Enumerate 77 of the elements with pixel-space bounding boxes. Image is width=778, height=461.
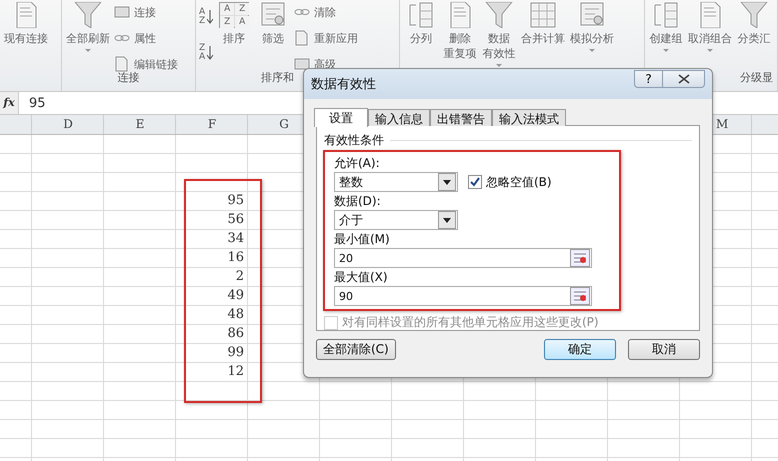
down-arrow-icon	[207, 46, 214, 60]
dialog-button[interactable]: 确定	[544, 339, 616, 360]
input-field[interactable]: 20	[334, 248, 592, 268]
sort-grid-icon: A Z Z A	[219, 2, 250, 28]
tab[interactable]: 输入法模式	[492, 109, 566, 126]
dropdown-field[interactable]: 介于	[334, 210, 458, 230]
range-picker-icon	[570, 287, 590, 305]
caret-icon	[85, 49, 91, 52]
check-icon	[470, 177, 480, 187]
ribbon-button[interactable]: 筛选	[255, 0, 292, 46]
window-title: 数据有效性	[310, 76, 377, 93]
dropdown-field[interactable]: 整数	[334, 172, 458, 192]
table-cell-text: 16	[226, 249, 245, 267]
checkbox[interactable]: 忽略空值(B)	[468, 174, 552, 190]
card-icon	[114, 4, 130, 20]
ribbon-button[interactable]: 分列	[403, 0, 439, 46]
table-cell-text: 86	[226, 325, 245, 343]
column-header[interactable]: M	[716, 117, 728, 131]
ribbon-button[interactable]: 清除	[294, 2, 358, 22]
input-field[interactable]: 90	[334, 286, 592, 306]
ribbon-button[interactable]: A Z Z A 排序	[216, 0, 252, 46]
ribbon-button[interactable]: 创建组	[648, 0, 684, 52]
caret-icon	[443, 218, 451, 222]
table-cell-text: 49	[226, 287, 245, 305]
document-icon	[114, 56, 130, 72]
ribbon-button[interactable]: 属性	[114, 28, 178, 48]
ribbon-button[interactable]: 分类汇	[736, 0, 772, 46]
document-icon	[294, 30, 310, 46]
table-cell-text: 99	[226, 344, 245, 362]
funnel-icon	[73, 2, 103, 28]
sort-button[interactable]: Z A	[199, 38, 214, 68]
card-icon	[294, 56, 310, 72]
ribbon-button[interactable]: 现有连接	[3, 0, 49, 46]
field-label: 数据(D):	[334, 193, 382, 209]
section-title: 有效性条件	[324, 132, 384, 149]
table-cell-text: 2	[234, 268, 245, 286]
ribbon-button[interactable]: 重新应用	[294, 28, 358, 48]
caret-icon	[443, 180, 451, 184]
ribbon-button[interactable]: 删除 重复项	[442, 0, 478, 61]
tab[interactable]: 输入信息	[368, 109, 430, 126]
table-cell-text: 56	[226, 211, 245, 229]
table-cell-text: 12	[226, 363, 245, 381]
field-label: 最大值(X)	[334, 269, 389, 285]
ribbon-button[interactable]: 合并计算	[520, 0, 566, 46]
field-label: 最小值(M)	[334, 231, 391, 247]
column-header[interactable]: E	[136, 117, 144, 131]
ribbon-button[interactable]: 模拟分析	[569, 0, 615, 52]
function-label[interactable]: fx	[0, 92, 19, 114]
column-header[interactable]: D	[63, 117, 73, 131]
caret-icon	[707, 49, 713, 52]
range-picker-icon	[570, 249, 590, 267]
field-label: 允许(A):	[334, 155, 381, 171]
ribbon-button[interactable]: 全部刷新	[65, 0, 111, 52]
group-label: 分级显	[740, 71, 773, 84]
group-label: 排序和	[261, 71, 294, 84]
dialog-button[interactable]: 全部清除(C)	[316, 339, 396, 360]
ribbon-button[interactable]: 连接	[114, 2, 178, 22]
caret-icon	[663, 49, 669, 52]
close-button[interactable]	[663, 70, 705, 88]
help-button[interactable]: ?	[634, 70, 663, 88]
sort-button[interactable]: A Z	[199, 2, 214, 32]
table-cell-text: 34	[226, 230, 245, 248]
down-arrow-icon	[207, 10, 214, 24]
table-cell-text: 48	[226, 306, 245, 324]
column-header[interactable]: F	[208, 117, 216, 131]
group-label: 连接	[118, 71, 140, 84]
caret-icon	[589, 49, 595, 52]
ribbon-button[interactable]: 取消组合	[687, 0, 733, 52]
tab[interactable]: 设置	[314, 108, 368, 127]
table-icon	[528, 2, 558, 28]
column-header[interactable]: G	[279, 117, 289, 131]
close-icon	[678, 74, 690, 84]
dialog-button[interactable]: 取消	[628, 339, 700, 360]
funnel-icon	[484, 2, 514, 28]
tab[interactable]: 出错警告	[430, 109, 492, 126]
funnel-icon	[739, 2, 769, 28]
table-cell-text: 95	[226, 192, 245, 210]
